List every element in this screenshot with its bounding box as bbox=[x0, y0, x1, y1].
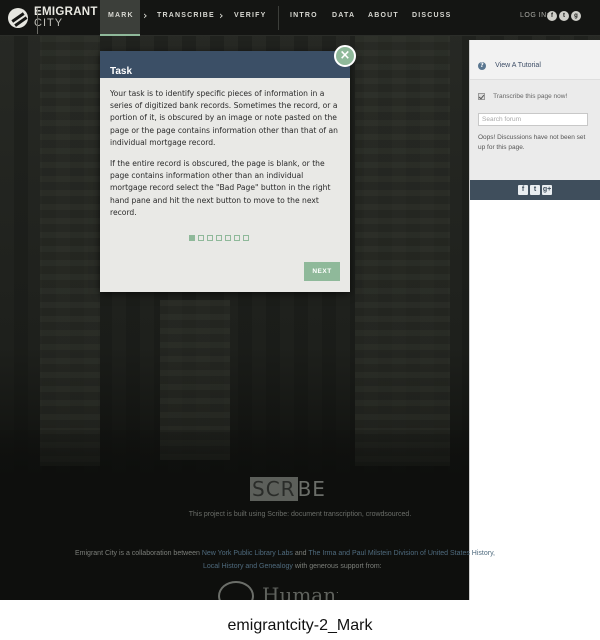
neh-seal-icon bbox=[218, 581, 254, 600]
login-label: LOG IN: bbox=[520, 12, 550, 19]
nav-discuss[interactable]: DISCUSS bbox=[412, 12, 452, 19]
google-plus-share-icon[interactable]: g+ bbox=[542, 185, 552, 195]
transcribe-now-checkbox[interactable] bbox=[478, 93, 485, 100]
modal-header: Task bbox=[100, 51, 350, 78]
collab-prefix: Emigrant City is a collaboration between bbox=[75, 550, 200, 557]
modal-title: Task bbox=[110, 66, 133, 77]
pager-dot[interactable] bbox=[225, 235, 231, 241]
pager-dot[interactable] bbox=[198, 235, 204, 241]
chevron-right-icon: › bbox=[143, 9, 148, 22]
background-building bbox=[355, 36, 450, 466]
nav-intro[interactable]: INTRO bbox=[290, 12, 318, 19]
nav-transcribe[interactable]: TRANSCRIBE bbox=[157, 12, 215, 19]
view-tutorial-link[interactable]: View A Tutorial bbox=[495, 62, 541, 69]
pager-dot[interactable] bbox=[189, 235, 195, 241]
background-building bbox=[40, 36, 100, 466]
pager-dot[interactable] bbox=[207, 235, 213, 241]
emigrant-city-logo[interactable]: EMIGRANT CITY bbox=[8, 5, 98, 34]
close-modal-button[interactable]: × bbox=[334, 45, 356, 67]
twitter-login-icon[interactable]: t bbox=[559, 11, 569, 21]
neh-wordmark: Humanities bbox=[262, 583, 338, 600]
transcribe-now-label: Transcribe this page now! bbox=[493, 93, 568, 100]
collaboration-text-cont: Local History and Genealogy with generou… bbox=[203, 563, 382, 570]
facebook-share-icon[interactable]: f bbox=[518, 185, 528, 195]
image-caption: emigrantcity-2_Mark bbox=[227, 617, 373, 634]
logo-icon bbox=[8, 8, 28, 28]
discussion-section: Transcribe this page now! Oops! Discussi… bbox=[470, 80, 600, 180]
nav-mark[interactable]: MARK bbox=[108, 12, 134, 19]
discussion-message: Oops! Discussions have not been set up f… bbox=[478, 134, 586, 151]
task-paragraph: Your task is to identify specific pieces… bbox=[110, 89, 338, 147]
scribe-logo-part: SCR bbox=[250, 477, 298, 501]
pager-dot[interactable] bbox=[216, 235, 222, 241]
modal-body: Your task is to identify specific pieces… bbox=[100, 78, 350, 219]
top-navigation-bar: EMIGRANT CITY MARK › TRANSCRIBE › VERIFY… bbox=[0, 0, 600, 36]
nav-about[interactable]: ABOUT bbox=[368, 12, 399, 19]
milstein-division-link-cont[interactable]: Local History and Genealogy bbox=[203, 563, 293, 570]
chevron-right-icon: › bbox=[219, 9, 224, 22]
transcribe-now-option[interactable]: Transcribe this page now! bbox=[478, 86, 592, 105]
facebook-login-icon[interactable]: f bbox=[547, 11, 557, 21]
logo-divider bbox=[37, 8, 38, 34]
support-text: with generous support from: bbox=[294, 563, 382, 570]
neh-logo[interactable]: Humanities bbox=[218, 581, 338, 600]
task-modal: Task × Your task is to identify specific… bbox=[100, 45, 356, 292]
next-button[interactable]: NEXT bbox=[304, 262, 340, 281]
help-icon: ? bbox=[478, 61, 486, 70]
google-login-icon[interactable]: g bbox=[571, 11, 581, 21]
scribe-logo[interactable]: SCR BE bbox=[250, 477, 350, 503]
search-forum-input[interactable] bbox=[478, 113, 588, 126]
pager-dot[interactable] bbox=[234, 235, 240, 241]
twitter-share-icon[interactable]: t bbox=[530, 185, 540, 195]
milstein-division-link[interactable]: The Irma and Paul Milstein Division of U… bbox=[308, 550, 495, 557]
nav-data[interactable]: DATA bbox=[332, 12, 355, 19]
scribe-tagline: This project is built using Scribe: docu… bbox=[188, 511, 412, 518]
tutorial-row[interactable]: ? View A Tutorial bbox=[470, 40, 600, 80]
collab-and: and bbox=[294, 550, 307, 557]
task-paragraph: If the entire record is obscured, the pa… bbox=[110, 159, 331, 217]
collaboration-text: Emigrant City is a collaboration between… bbox=[75, 550, 495, 557]
nypl-labs-link[interactable]: New York Public Library Labs bbox=[202, 550, 293, 557]
screenshot-stage: EMIGRANT CITY MARK › TRANSCRIBE › VERIFY… bbox=[0, 0, 600, 600]
logo-line2: CITY bbox=[34, 17, 64, 29]
logo-text: EMIGRANT CITY bbox=[34, 6, 98, 29]
scribe-logo-part: BE bbox=[297, 477, 326, 501]
nav-verify[interactable]: VERIFY bbox=[234, 12, 266, 19]
pager-dot[interactable] bbox=[243, 235, 249, 241]
tutorial-pager bbox=[189, 235, 249, 241]
share-bar: f t g+ bbox=[470, 180, 600, 200]
nav-divider bbox=[278, 6, 279, 30]
